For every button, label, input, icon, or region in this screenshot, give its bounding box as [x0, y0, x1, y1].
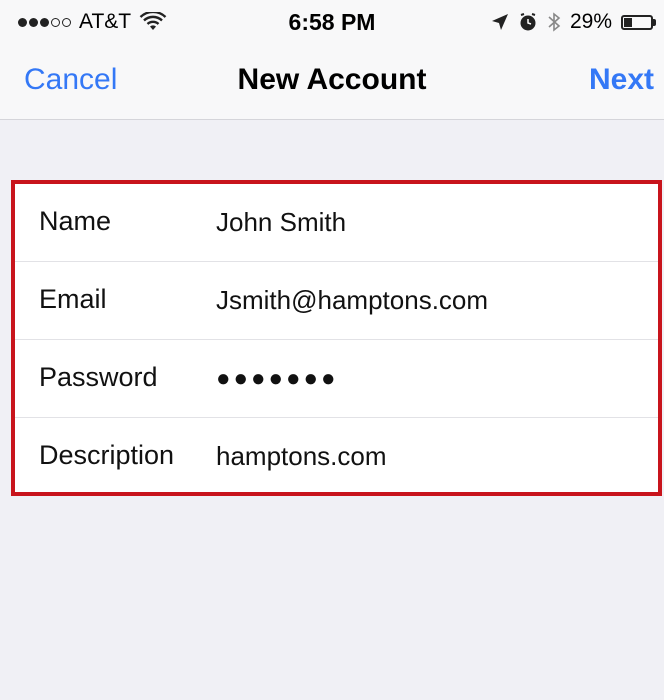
battery-percent: 29% [569, 10, 612, 33]
email-label: Email [39, 284, 107, 314]
location-arrow-icon [491, 14, 508, 30]
alarm-icon [520, 13, 536, 31]
navigation-bar: Cancel New Account Next [0, 44, 664, 120]
email-field[interactable]: Jsmith@hamptons.com [216, 285, 488, 316]
page-title: New Account [237, 63, 427, 96]
account-form: Name John Smith Email Jsmith@hamptons.co… [11, 180, 662, 496]
battery-icon [621, 14, 656, 30]
name-row[interactable]: Name John Smith [15, 184, 658, 262]
password-row[interactable]: Password ●●●●●●● [15, 340, 658, 418]
description-label: Description [39, 440, 175, 470]
status-right: 29% [491, 10, 656, 34]
description-row[interactable]: Description hamptons.com [15, 418, 658, 496]
name-field[interactable]: John Smith [216, 207, 346, 238]
bluetooth-icon [548, 12, 561, 32]
name-label: Name [39, 206, 112, 236]
email-row[interactable]: Email Jsmith@hamptons.com [15, 262, 658, 340]
description-field[interactable]: hamptons.com [216, 441, 387, 472]
status-bar: AT&T 6:58 PM 29% [0, 0, 664, 44]
next-button[interactable]: Next [589, 63, 654, 97]
password-field[interactable]: ●●●●●●● [216, 365, 338, 393]
password-label: Password [39, 362, 158, 392]
